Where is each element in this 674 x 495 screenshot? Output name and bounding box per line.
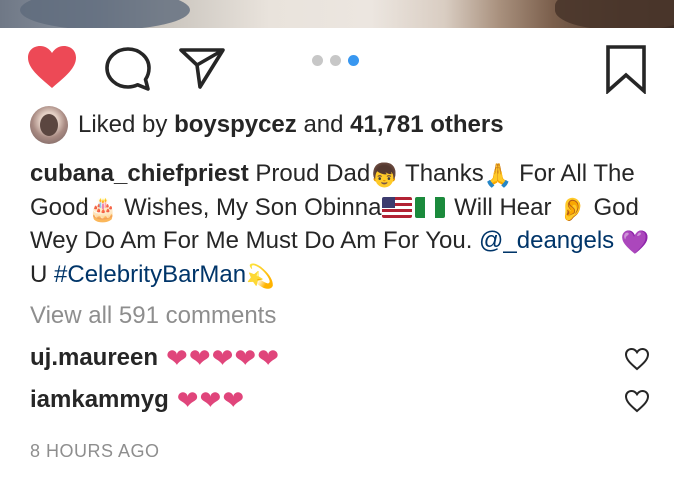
purple-heart-emoji-icon: 💜 — [620, 229, 650, 255]
avatar[interactable] — [30, 106, 68, 144]
hashtag-link[interactable]: #CelebrityBarMan — [54, 261, 246, 288]
comment-text: ❤❤❤❤❤ — [166, 342, 280, 373]
carousel-dot — [312, 55, 323, 66]
us-flag-icon — [382, 196, 413, 218]
comment-row: iamkammyg ❤❤❤ — [30, 382, 650, 418]
caption-text: Proud Dad — [255, 160, 371, 187]
nigeria-flag-icon — [415, 196, 446, 218]
caption-text: Thanks — [405, 160, 484, 187]
boy-emoji-icon: 👦 — [370, 162, 399, 188]
comment-username[interactable]: uj.maureen — [30, 344, 158, 372]
paper-plane-icon[interactable] — [178, 46, 226, 90]
comment-icon[interactable] — [104, 46, 152, 92]
carousel-dot-active — [348, 55, 359, 66]
caption-text: U — [30, 260, 48, 288]
comment-text: ❤❤❤ — [176, 384, 246, 415]
dizzy-emoji-icon: 💫 — [246, 262, 275, 289]
comment-username[interactable]: iamkammyg — [30, 386, 169, 414]
ear-emoji-icon: 👂 — [558, 195, 587, 222]
comment-like-heart-icon[interactable] — [624, 347, 650, 371]
cake-emoji-icon: 🎂 — [88, 195, 118, 222]
praying-hands-emoji-icon: 🙏 — [483, 162, 513, 188]
post-timestamp: 8 HOURS AGO — [30, 441, 160, 461]
caption-text: Will Hear — [454, 193, 552, 221]
liked-by-others[interactable]: 41,781 others — [350, 111, 503, 138]
view-all-comments-link[interactable]: View all 591 comments — [30, 302, 276, 330]
carousel-indicator — [312, 55, 359, 67]
comment-like-heart-icon[interactable] — [624, 389, 650, 413]
heart-icon[interactable] — [26, 44, 78, 90]
bookmark-icon[interactable] — [604, 44, 648, 94]
liked-by-and: and — [303, 111, 344, 138]
caption-username[interactable]: cubana_chiefpriest — [30, 160, 249, 187]
post-caption: cubana_chiefpriest Proud Dad👦 Thanks🙏 Fo… — [30, 157, 650, 291]
mention-link[interactable]: @_deangels — [479, 227, 614, 254]
carousel-dot — [330, 55, 341, 66]
caption-text: Wishes, My Son Obinna — [124, 193, 382, 221]
likes-text[interactable]: Liked by boyspycez and 41,781 others — [78, 111, 504, 139]
comment-row: uj.maureen ❤❤❤❤❤ — [30, 340, 650, 376]
action-bar — [0, 38, 674, 98]
liked-by-username[interactable]: boyspycez — [174, 111, 297, 138]
photo-shape-right — [555, 0, 674, 28]
likes-summary[interactable]: Liked by boyspycez and 41,781 others — [30, 106, 504, 144]
photo-shape-left — [20, 0, 190, 28]
liked-by-prefix: Liked by — [78, 111, 168, 138]
post-image[interactable] — [0, 0, 674, 28]
